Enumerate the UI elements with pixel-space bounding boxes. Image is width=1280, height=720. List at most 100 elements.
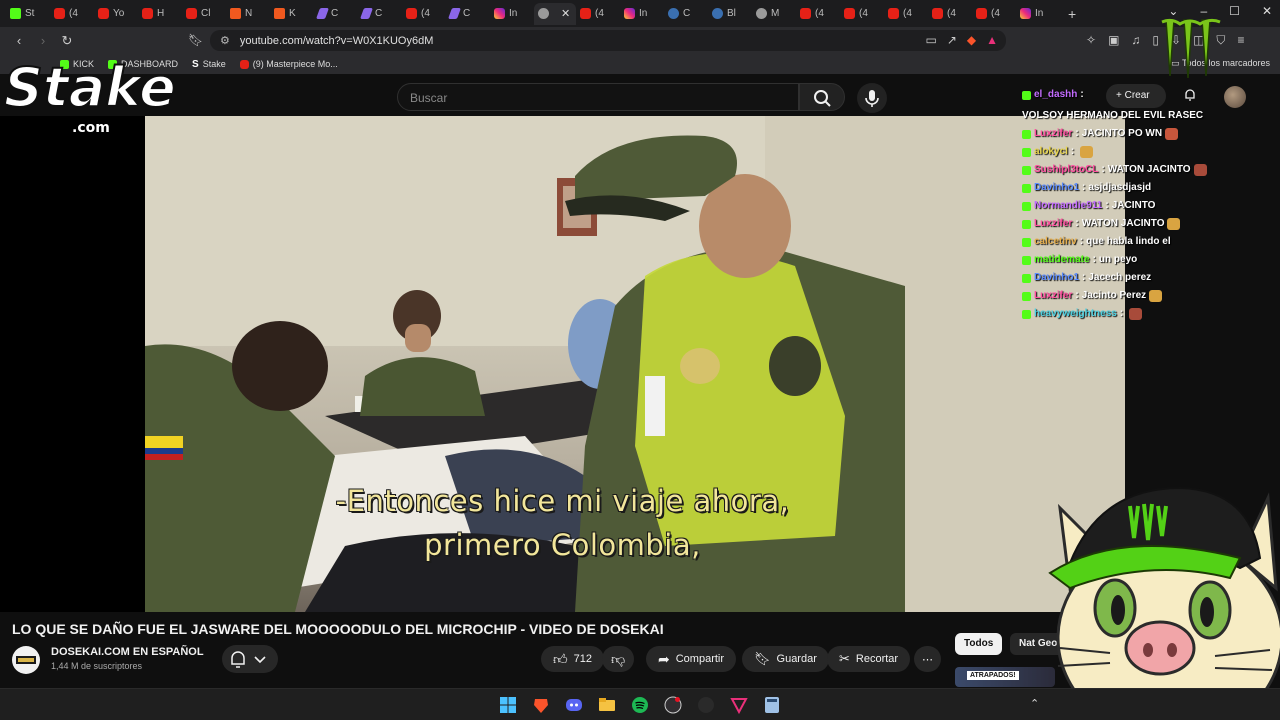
bookmark-stake[interactable]: S Stake: [192, 59, 226, 70]
site-settings-icon[interactable]: ⚙︎: [220, 34, 230, 47]
chat-username[interactable]: Normandie911: [1034, 197, 1102, 215]
chat-username[interactable]: calcetinv: [1034, 233, 1077, 251]
search-button[interactable]: [799, 83, 845, 111]
close-tab-icon[interactable]: ✕: [561, 7, 570, 20]
youtube-icon: [98, 8, 109, 19]
youtube-icon: [976, 8, 987, 19]
bookmark-page-icon[interactable]: 🔖︎: [188, 33, 203, 47]
browser-tab[interactable]: (4: [402, 3, 446, 25]
address-bar[interactable]: ⚙︎ youtube.com/watch?v=W0X1KUOy6dM ▭ ↗ ◆…: [210, 30, 1006, 51]
browser-tab[interactable]: M: [752, 3, 796, 25]
browser-tab[interactable]: N: [226, 3, 270, 25]
tab-label: (4: [815, 8, 824, 19]
browser-tab[interactable]: (4: [840, 3, 884, 25]
instagram-icon: [494, 8, 505, 19]
like-button[interactable]: 👍︎ 712: [541, 646, 604, 672]
windows-start-icon[interactable]: [499, 696, 517, 714]
instagram-icon: [1020, 8, 1031, 19]
obs-icon[interactable]: [664, 696, 682, 714]
clip-label: Recortar: [855, 653, 899, 665]
more-actions-button[interactable]: ⋯: [914, 646, 941, 672]
browser-tab[interactable]: (4: [928, 3, 972, 25]
chat-username[interactable]: Davinho1: [1034, 269, 1079, 287]
mango-icon: [230, 8, 241, 19]
browser-tab[interactable]: In: [620, 3, 664, 25]
share-icon[interactable]: ↗: [947, 33, 957, 47]
chat-username[interactable]: Luxzifer: [1034, 287, 1072, 305]
save-button[interactable]: 🔖︎ Guardar: [742, 646, 829, 672]
browser-tab[interactable]: C: [664, 3, 708, 25]
brave-browser-icon[interactable]: [532, 696, 550, 714]
chat-separator: :: [1075, 290, 1079, 301]
tray-chevron-icon[interactable]: ⌃: [1030, 697, 1039, 710]
browser-tab[interactable]: Bl: [708, 3, 752, 25]
chat-username[interactable]: Davinho1: [1034, 179, 1079, 197]
maximize-button[interactable]: ☐: [1229, 4, 1240, 18]
browser-tab[interactable]: C: [446, 3, 490, 25]
video-player[interactable]: -Entonces hice mi viaje ahora, primero C…: [0, 116, 1125, 612]
bookmark-masterpiece[interactable]: (9) Masterpiece Mo...: [239, 59, 338, 69]
chat-username[interactable]: heavyweightness: [1034, 305, 1117, 323]
close-window-button[interactable]: ✕: [1262, 4, 1272, 18]
voice-search-button[interactable]: [857, 83, 887, 113]
browser-tab[interactable]: Cl: [182, 3, 226, 25]
sidebar-icon[interactable]: ▯: [1152, 33, 1159, 48]
chat-message: alokycl:: [1022, 143, 1262, 161]
share-button[interactable]: ➦ Compartir: [646, 646, 737, 672]
browser-tab[interactable]: Yo: [94, 3, 138, 25]
browser-tab[interactable]: (4: [576, 3, 620, 25]
chat-username[interactable]: alokycl: [1034, 143, 1068, 161]
subscription-bell-button[interactable]: [222, 645, 278, 673]
search-input[interactable]: Buscar: [397, 83, 799, 111]
discord-icon[interactable]: [565, 696, 583, 714]
chat-separator: :: [1119, 308, 1124, 319]
search-icon: [814, 90, 831, 107]
browser-tab[interactable]: (4: [972, 3, 1016, 25]
brave-rewards-icon[interactable]: ▲: [986, 33, 998, 47]
browser-tab[interactable]: H: [138, 3, 182, 25]
video-title: LO QUE SE DAÑO FUE EL JASWARE DEL MOOOOO…: [12, 621, 664, 637]
browser-tab[interactable]: K: [270, 3, 314, 25]
browser-tab[interactable]: (4: [50, 3, 94, 25]
chip-all[interactable]: Todos: [955, 633, 1003, 655]
clip-button[interactable]: ✂ Recortar: [827, 646, 911, 672]
browser-tab[interactable]: C: [358, 3, 402, 25]
browser-tab[interactable]: ✕: [534, 2, 576, 25]
cast-icon[interactable]: ▭: [925, 33, 936, 47]
browser-tab[interactable]: St: [6, 3, 50, 25]
chat-text: que habla lindo el: [1086, 236, 1171, 247]
browser-tab[interactable]: In: [490, 3, 534, 25]
chat-username[interactable]: Luxzifer: [1034, 125, 1072, 143]
browser-tab[interactable]: In: [1016, 3, 1060, 25]
extensions-icon[interactable]: ✧: [1086, 33, 1096, 48]
media-icon[interactable]: ♫: [1131, 33, 1140, 48]
channel-avatar[interactable]: [12, 646, 40, 674]
brave-shields-icon[interactable]: ◆: [967, 33, 976, 47]
tab-strip: St (4 Yo H Cl N K C C (4 C In ✕ (4 In C Bl M (4 (4 (4 (4 (4 In …: [0, 0, 1280, 27]
browser-tab[interactable]: (4: [884, 3, 928, 25]
screenshot-icon[interactable]: ▣: [1108, 33, 1119, 48]
kick-badge-icon: [1022, 201, 1031, 211]
forward-button[interactable]: ›: [32, 33, 54, 48]
vpn-app-icon[interactable]: [730, 696, 748, 714]
chat-separator: :: [1105, 200, 1109, 211]
reload-button[interactable]: ↻: [56, 33, 78, 49]
channel-name[interactable]: DOSEKAI.COM EN ESPAÑOL: [51, 646, 204, 658]
chat-username[interactable]: Luxzifer: [1034, 215, 1072, 233]
live-chat-overlay: el_dashh: VOLSOY HERMANO DEL EVIL RASEC Lu…: [1022, 86, 1262, 323]
back-button[interactable]: ‹: [8, 33, 30, 48]
chat-username[interactable]: Sushipl3toCL: [1034, 161, 1098, 179]
dislike-button[interactable]: 👎︎: [602, 646, 635, 672]
app-dark-icon[interactable]: [697, 696, 715, 714]
spotify-icon[interactable]: [631, 696, 649, 714]
share-label: Compartir: [675, 653, 725, 665]
browser-tab[interactable]: (4: [796, 3, 840, 25]
chat-username[interactable]: el_dashh: [1034, 86, 1077, 104]
browser-tab[interactable]: C: [314, 3, 358, 25]
chat-username[interactable]: matidemate: [1034, 251, 1090, 269]
calculator-icon[interactable]: [763, 696, 781, 714]
file-explorer-icon[interactable]: [598, 696, 616, 714]
new-tab-button[interactable]: +: [1068, 6, 1076, 22]
kick-badge-icon: [1022, 183, 1031, 193]
menu-icon[interactable]: ≡: [1237, 33, 1244, 48]
